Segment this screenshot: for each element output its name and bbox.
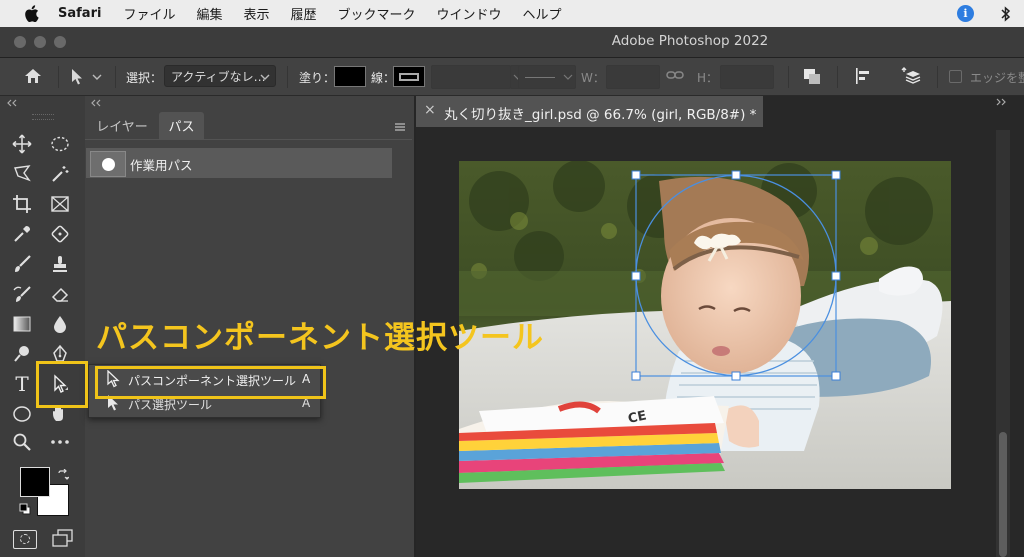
tool-highlight-box	[36, 361, 88, 408]
tab-layers[interactable]: レイヤー	[85, 112, 159, 139]
move-tool-icon[interactable]	[9, 132, 35, 156]
close-tab-icon[interactable]: ×	[424, 102, 436, 118]
chevron-down-icon	[92, 74, 102, 80]
bluetooth-icon[interactable]	[1000, 5, 1012, 22]
path-bounding-box	[635, 174, 837, 377]
path-arrangement-icon[interactable]	[900, 66, 926, 88]
window-title: Adobe Photoshop 2022	[611, 33, 769, 49]
bbox-handle[interactable]	[631, 271, 641, 281]
vertical-scrollbar[interactable]	[996, 130, 1010, 557]
path-operations-icon[interactable]	[801, 66, 825, 88]
menu-help[interactable]: ヘルプ	[523, 4, 562, 23]
panel-grip[interactable]	[32, 114, 54, 120]
zoom-window-button[interactable]	[54, 36, 66, 48]
ellipse-tool-icon[interactable]	[9, 402, 35, 426]
bbox-handle[interactable]	[831, 271, 841, 281]
gradient-tool-icon[interactable]	[9, 312, 35, 336]
height-label: H：	[697, 71, 719, 85]
blur-tool-icon[interactable]	[47, 312, 73, 336]
menu-file[interactable]: ファイル	[123, 4, 175, 23]
mac-menu-bar: Safari ファイル 編集 表示 履歴 ブックマーク ウインドウ ヘルプ i	[0, 0, 1024, 27]
scrollbar-thumb[interactable]	[999, 432, 1007, 557]
foreground-color-swatch[interactable]	[20, 467, 50, 497]
collapse-panel-icon[interactable]	[90, 99, 102, 107]
path-row[interactable]: 作業用パス	[86, 148, 392, 178]
document-title: 丸く切り抜き_girl.psd @ 66.7% (girl, RGB/8#) *	[444, 107, 757, 123]
bbox-handle[interactable]	[831, 371, 841, 381]
menu-app-safari[interactable]: Safari	[58, 6, 101, 21]
type-tool-icon[interactable]: T	[9, 372, 35, 396]
chevron-down-icon	[260, 74, 270, 80]
tools-panel: T	[0, 96, 86, 557]
elliptical-marquee-tool-icon[interactable]	[47, 132, 73, 156]
fill-color-swatch[interactable]	[334, 66, 366, 87]
select-target-dropdown[interactable]: アクティブなレ…	[164, 65, 276, 87]
options-bar: 選択： アクティブなレ… 塗り： 線： W： H： エッジを整	[0, 58, 1024, 96]
height-field[interactable]	[720, 65, 774, 89]
arrow-pointer-icon	[72, 69, 82, 85]
path-name: 作業用パス	[130, 158, 193, 173]
home-icon[interactable]	[18, 65, 48, 87]
bbox-handle[interactable]	[731, 371, 741, 381]
eraser-tool-icon[interactable]	[47, 282, 73, 306]
panel-menu-icon[interactable]	[394, 122, 406, 132]
path-thumbnail	[90, 151, 126, 177]
link-icon[interactable]	[666, 68, 686, 84]
stroke-label: 線：	[371, 71, 396, 85]
close-window-button[interactable]	[14, 36, 26, 48]
stroke-width-field[interactable]	[431, 65, 511, 89]
brush-tool-icon[interactable]	[9, 252, 35, 276]
spot-healing-brush-tool-icon[interactable]	[47, 222, 73, 246]
default-colors-icon[interactable]	[19, 503, 31, 515]
width-field[interactable]	[606, 65, 660, 89]
menu-view[interactable]: 表示	[243, 4, 269, 23]
document-tab[interactable]: × 丸く切り抜き_girl.psd @ 66.7% (girl, RGB/8#)…	[416, 96, 763, 127]
info-icon[interactable]: i	[957, 5, 974, 22]
crop-tool-icon[interactable]	[9, 192, 35, 216]
bbox-handle[interactable]	[831, 170, 841, 180]
more-tools-icon[interactable]	[47, 430, 73, 454]
eyedropper-tool-icon[interactable]	[9, 222, 35, 246]
screen-mode-icon[interactable]	[52, 529, 74, 547]
bbox-handle[interactable]	[631, 371, 641, 381]
path-alignment-icon[interactable]	[853, 66, 877, 88]
bbox-handle[interactable]	[631, 170, 641, 180]
frame-tool-icon[interactable]	[47, 192, 73, 216]
align-edges-label: エッジを整	[970, 71, 1024, 85]
clone-stamp-tool-icon[interactable]	[47, 252, 73, 276]
stroke-color-swatch[interactable]	[393, 66, 425, 87]
dodge-tool-icon[interactable]	[9, 342, 35, 366]
polygonal-lasso-tool-icon[interactable]	[9, 162, 35, 186]
menu-history[interactable]: 履歴	[290, 4, 316, 23]
select-target-value: アクティブなレ…	[171, 69, 266, 84]
align-edges-checkbox[interactable]	[949, 70, 962, 83]
menu-bookmarks[interactable]: ブックマーク	[338, 4, 416, 23]
apple-icon[interactable]	[22, 5, 40, 23]
zoom-tool-icon[interactable]	[9, 430, 35, 454]
annotation-callout: パスコンポーネント選択ツール	[96, 320, 544, 356]
menu-edit[interactable]: 編集	[196, 4, 222, 23]
window-title-bar: Adobe Photoshop 2022	[0, 27, 1024, 58]
tool-preset-picker[interactable]	[70, 67, 106, 87]
magic-wand-tool-icon[interactable]	[47, 162, 73, 186]
path-bounding-overlay	[631, 170, 841, 381]
menu-item-highlight-box	[95, 366, 326, 399]
minimize-window-button[interactable]	[34, 36, 46, 48]
tab-paths[interactable]: パス	[159, 112, 204, 139]
collapse-panel-icon[interactable]	[6, 99, 18, 107]
swap-colors-icon[interactable]	[57, 469, 69, 481]
menu-window[interactable]: ウインドウ	[437, 4, 502, 23]
stroke-type-dropdown[interactable]	[518, 65, 576, 89]
collapse-docks-icon[interactable]	[995, 98, 1007, 106]
bbox-handle[interactable]	[731, 170, 741, 180]
select-label: 選択：	[126, 71, 163, 85]
history-brush-tool-icon[interactable]	[9, 282, 35, 306]
fill-label: 塗り：	[299, 71, 336, 85]
width-label: W：	[581, 71, 605, 85]
quick-mask-icon[interactable]	[13, 530, 37, 549]
circle-path[interactable]	[635, 174, 837, 377]
